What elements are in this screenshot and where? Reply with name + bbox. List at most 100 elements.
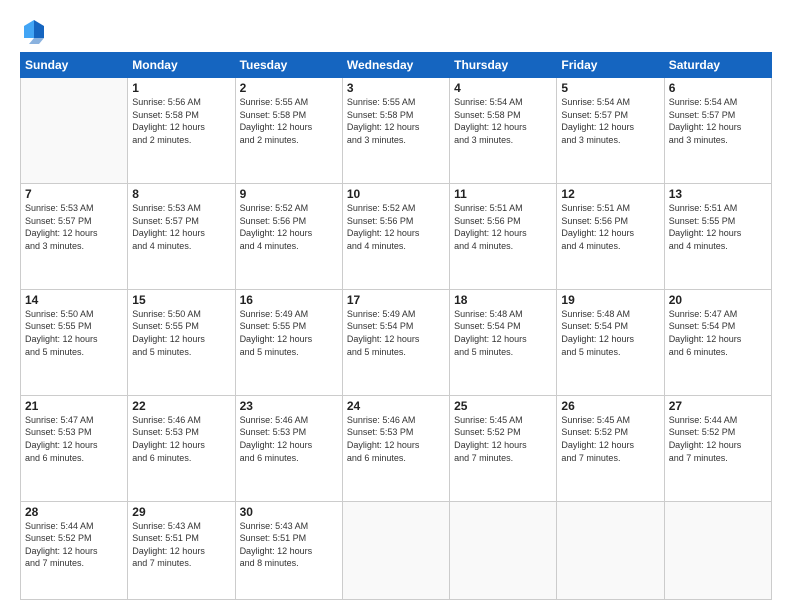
day-info: Sunrise: 5:46 AM Sunset: 5:53 PM Dayligh… [240,414,338,464]
day-info: Sunrise: 5:47 AM Sunset: 5:54 PM Dayligh… [669,308,767,358]
calendar-cell: 16Sunrise: 5:49 AM Sunset: 5:55 PM Dayli… [235,289,342,395]
calendar-cell: 7Sunrise: 5:53 AM Sunset: 5:57 PM Daylig… [21,183,128,289]
day-number: 4 [454,81,552,95]
day-number: 11 [454,187,552,201]
calendar-cell: 22Sunrise: 5:46 AM Sunset: 5:53 PM Dayli… [128,395,235,501]
day-info: Sunrise: 5:56 AM Sunset: 5:58 PM Dayligh… [132,96,230,146]
calendar-week-2: 7Sunrise: 5:53 AM Sunset: 5:57 PM Daylig… [21,183,772,289]
day-info: Sunrise: 5:54 AM Sunset: 5:58 PM Dayligh… [454,96,552,146]
day-number: 12 [561,187,659,201]
page: SundayMondayTuesdayWednesdayThursdayFrid… [0,0,792,612]
calendar-cell: 24Sunrise: 5:46 AM Sunset: 5:53 PM Dayli… [342,395,449,501]
day-info: Sunrise: 5:43 AM Sunset: 5:51 PM Dayligh… [240,520,338,570]
calendar-cell: 19Sunrise: 5:48 AM Sunset: 5:54 PM Dayli… [557,289,664,395]
day-number: 13 [669,187,767,201]
day-info: Sunrise: 5:46 AM Sunset: 5:53 PM Dayligh… [132,414,230,464]
day-info: Sunrise: 5:48 AM Sunset: 5:54 PM Dayligh… [561,308,659,358]
calendar-cell [557,501,664,599]
day-info: Sunrise: 5:49 AM Sunset: 5:55 PM Dayligh… [240,308,338,358]
day-info: Sunrise: 5:55 AM Sunset: 5:58 PM Dayligh… [240,96,338,146]
day-number: 5 [561,81,659,95]
weekday-header-monday: Monday [128,53,235,78]
calendar-week-1: 1Sunrise: 5:56 AM Sunset: 5:58 PM Daylig… [21,78,772,184]
day-info: Sunrise: 5:50 AM Sunset: 5:55 PM Dayligh… [25,308,123,358]
calendar-cell [21,78,128,184]
calendar-cell: 8Sunrise: 5:53 AM Sunset: 5:57 PM Daylig… [128,183,235,289]
day-info: Sunrise: 5:44 AM Sunset: 5:52 PM Dayligh… [669,414,767,464]
day-info: Sunrise: 5:51 AM Sunset: 5:56 PM Dayligh… [454,202,552,252]
day-info: Sunrise: 5:53 AM Sunset: 5:57 PM Dayligh… [25,202,123,252]
day-number: 28 [25,505,123,519]
calendar-cell: 27Sunrise: 5:44 AM Sunset: 5:52 PM Dayli… [664,395,771,501]
weekday-header-tuesday: Tuesday [235,53,342,78]
calendar-cell: 14Sunrise: 5:50 AM Sunset: 5:55 PM Dayli… [21,289,128,395]
weekday-header-friday: Friday [557,53,664,78]
day-info: Sunrise: 5:45 AM Sunset: 5:52 PM Dayligh… [561,414,659,464]
weekday-header-sunday: Sunday [21,53,128,78]
calendar-cell: 26Sunrise: 5:45 AM Sunset: 5:52 PM Dayli… [557,395,664,501]
day-number: 14 [25,293,123,307]
day-number: 26 [561,399,659,413]
day-number: 19 [561,293,659,307]
day-info: Sunrise: 5:43 AM Sunset: 5:51 PM Dayligh… [132,520,230,570]
calendar-cell: 29Sunrise: 5:43 AM Sunset: 5:51 PM Dayli… [128,501,235,599]
day-info: Sunrise: 5:54 AM Sunset: 5:57 PM Dayligh… [669,96,767,146]
calendar-cell: 1Sunrise: 5:56 AM Sunset: 5:58 PM Daylig… [128,78,235,184]
calendar-cell [664,501,771,599]
calendar-cell: 13Sunrise: 5:51 AM Sunset: 5:55 PM Dayli… [664,183,771,289]
day-info: Sunrise: 5:44 AM Sunset: 5:52 PM Dayligh… [25,520,123,570]
day-info: Sunrise: 5:47 AM Sunset: 5:53 PM Dayligh… [25,414,123,464]
day-number: 21 [25,399,123,413]
day-info: Sunrise: 5:49 AM Sunset: 5:54 PM Dayligh… [347,308,445,358]
logo-icon [20,16,48,44]
day-number: 1 [132,81,230,95]
calendar-cell: 21Sunrise: 5:47 AM Sunset: 5:53 PM Dayli… [21,395,128,501]
day-number: 7 [25,187,123,201]
day-info: Sunrise: 5:55 AM Sunset: 5:58 PM Dayligh… [347,96,445,146]
day-number: 16 [240,293,338,307]
calendar-cell: 12Sunrise: 5:51 AM Sunset: 5:56 PM Dayli… [557,183,664,289]
logo [20,16,52,44]
day-number: 2 [240,81,338,95]
day-number: 23 [240,399,338,413]
day-info: Sunrise: 5:48 AM Sunset: 5:54 PM Dayligh… [454,308,552,358]
day-number: 20 [669,293,767,307]
calendar-cell: 11Sunrise: 5:51 AM Sunset: 5:56 PM Dayli… [450,183,557,289]
calendar-cell: 3Sunrise: 5:55 AM Sunset: 5:58 PM Daylig… [342,78,449,184]
day-info: Sunrise: 5:46 AM Sunset: 5:53 PM Dayligh… [347,414,445,464]
calendar-cell: 6Sunrise: 5:54 AM Sunset: 5:57 PM Daylig… [664,78,771,184]
day-number: 18 [454,293,552,307]
calendar-week-3: 14Sunrise: 5:50 AM Sunset: 5:55 PM Dayli… [21,289,772,395]
day-number: 22 [132,399,230,413]
day-number: 8 [132,187,230,201]
day-info: Sunrise: 5:54 AM Sunset: 5:57 PM Dayligh… [561,96,659,146]
calendar-week-4: 21Sunrise: 5:47 AM Sunset: 5:53 PM Dayli… [21,395,772,501]
day-info: Sunrise: 5:50 AM Sunset: 5:55 PM Dayligh… [132,308,230,358]
weekday-header-wednesday: Wednesday [342,53,449,78]
calendar-cell [450,501,557,599]
calendar-cell: 4Sunrise: 5:54 AM Sunset: 5:58 PM Daylig… [450,78,557,184]
day-number: 25 [454,399,552,413]
calendar-cell: 17Sunrise: 5:49 AM Sunset: 5:54 PM Dayli… [342,289,449,395]
calendar-cell: 25Sunrise: 5:45 AM Sunset: 5:52 PM Dayli… [450,395,557,501]
day-number: 17 [347,293,445,307]
day-number: 27 [669,399,767,413]
day-info: Sunrise: 5:51 AM Sunset: 5:55 PM Dayligh… [669,202,767,252]
calendar-cell: 2Sunrise: 5:55 AM Sunset: 5:58 PM Daylig… [235,78,342,184]
calendar-cell: 18Sunrise: 5:48 AM Sunset: 5:54 PM Dayli… [450,289,557,395]
day-info: Sunrise: 5:53 AM Sunset: 5:57 PM Dayligh… [132,202,230,252]
weekday-header-thursday: Thursday [450,53,557,78]
calendar-cell: 30Sunrise: 5:43 AM Sunset: 5:51 PM Dayli… [235,501,342,599]
calendar-week-5: 28Sunrise: 5:44 AM Sunset: 5:52 PM Dayli… [21,501,772,599]
calendar-cell: 20Sunrise: 5:47 AM Sunset: 5:54 PM Dayli… [664,289,771,395]
day-number: 6 [669,81,767,95]
calendar-cell: 28Sunrise: 5:44 AM Sunset: 5:52 PM Dayli… [21,501,128,599]
day-info: Sunrise: 5:51 AM Sunset: 5:56 PM Dayligh… [561,202,659,252]
calendar-cell: 10Sunrise: 5:52 AM Sunset: 5:56 PM Dayli… [342,183,449,289]
day-number: 24 [347,399,445,413]
day-number: 9 [240,187,338,201]
day-number: 10 [347,187,445,201]
calendar-cell: 5Sunrise: 5:54 AM Sunset: 5:57 PM Daylig… [557,78,664,184]
day-number: 15 [132,293,230,307]
day-info: Sunrise: 5:45 AM Sunset: 5:52 PM Dayligh… [454,414,552,464]
